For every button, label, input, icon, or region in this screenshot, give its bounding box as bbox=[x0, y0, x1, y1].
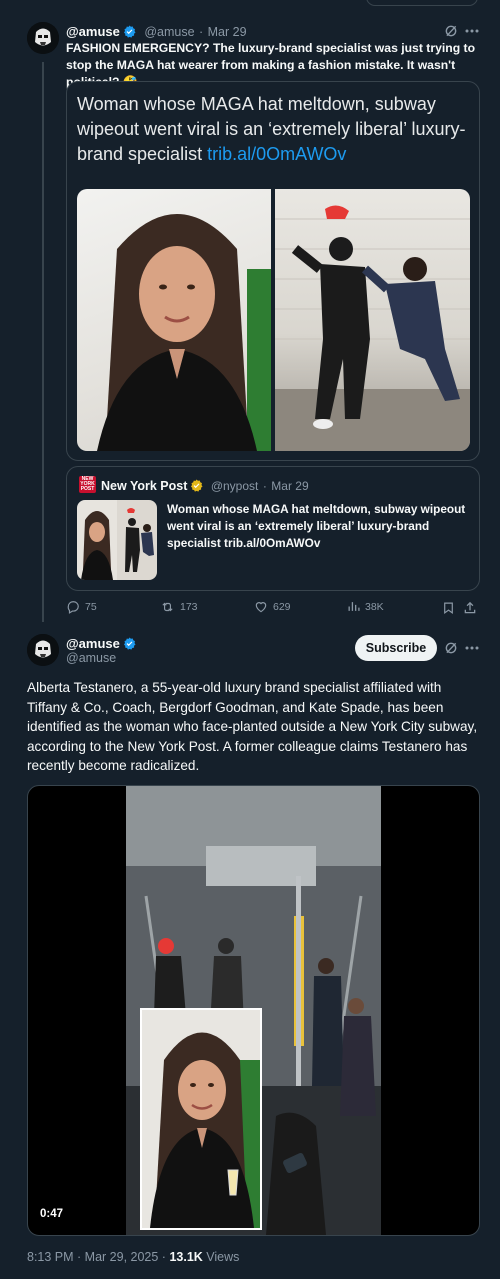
reply-count: 75 bbox=[85, 601, 97, 613]
quoted-tweet-header: New York Post @nypost · Mar 29 bbox=[101, 477, 309, 497]
tweet-date[interactable]: Mar 29 bbox=[208, 25, 247, 39]
repost-icon bbox=[162, 602, 173, 612]
handle[interactable]: @amuse bbox=[66, 651, 116, 665]
nypost-logo-text: NEW YORK POST bbox=[80, 476, 95, 492]
views-label: Views bbox=[202, 1250, 240, 1264]
avatar[interactable] bbox=[27, 22, 59, 54]
like-icon bbox=[255, 602, 267, 613]
nypost-logo: NEW YORK POST bbox=[79, 476, 96, 493]
repost-count: 173 bbox=[180, 601, 198, 613]
like-button[interactable]: 629 bbox=[254, 600, 291, 614]
quoted-thumbnail bbox=[77, 500, 157, 580]
card-photo-portrait bbox=[77, 189, 271, 451]
views-icon bbox=[348, 602, 360, 611]
views-button[interactable]: 38K bbox=[347, 600, 384, 613]
card-link[interactable]: trib.al/0OmAWOv bbox=[207, 144, 346, 164]
card-headline: Woman whose MAGA hat meltdown, subway wi… bbox=[77, 92, 469, 167]
views-count: 13.1K bbox=[169, 1250, 203, 1264]
subscribe-button[interactable]: Subscribe bbox=[355, 635, 437, 661]
stormtrooper-avatar-icon bbox=[27, 634, 59, 666]
tweet-timestamp[interactable]: 8:13 PM · Mar 29, 2025 · bbox=[27, 1250, 169, 1264]
handle[interactable]: @amuse bbox=[144, 25, 194, 39]
verified-badge-icon bbox=[123, 637, 136, 655]
views-count: 38K bbox=[365, 600, 384, 613]
quoted-tweet[interactable]: NEW YORK POST New York Post @nypost · Ma… bbox=[66, 466, 480, 591]
reply-button[interactable]: 75 bbox=[66, 600, 97, 614]
link-card[interactable]: Woman whose MAGA hat meltdown, subway wi… bbox=[66, 81, 480, 461]
video-frame bbox=[126, 786, 381, 1235]
quoted-tweet-text: Woman whose MAGA hat meltdown, subway wi… bbox=[167, 502, 466, 550]
more-icon[interactable] bbox=[462, 638, 482, 658]
repost-button[interactable]: 173 bbox=[160, 600, 198, 614]
quoted-handle: @nypost bbox=[210, 479, 259, 493]
reply-icon bbox=[67, 601, 79, 614]
video-inset-photo bbox=[140, 1008, 262, 1230]
video-duration: 0:47 bbox=[40, 1208, 64, 1220]
display-name[interactable]: @amuse bbox=[66, 636, 120, 651]
separator-dot: · bbox=[199, 25, 204, 39]
quoted-display-name: New York Post bbox=[101, 479, 188, 493]
bookmark-icon[interactable] bbox=[440, 600, 456, 616]
show-more-pill[interactable] bbox=[366, 0, 478, 6]
more-icon[interactable] bbox=[462, 22, 482, 40]
video-player[interactable]: 0:47 bbox=[27, 785, 480, 1236]
grok-icon[interactable] bbox=[441, 638, 461, 658]
quoted-separator-dot: · bbox=[262, 479, 267, 493]
tweet-meta: 8:13 PM · Mar 29, 2025 · 13.1K Views bbox=[27, 1250, 239, 1264]
tweet-actions: 75 173 629 38K bbox=[66, 600, 486, 618]
quoted-date: Mar 29 bbox=[271, 479, 309, 493]
gold-verified-badge-icon bbox=[190, 479, 203, 497]
tweet-text: Alberta Testanero, a 55-year-old luxury … bbox=[27, 680, 478, 773]
stormtrooper-avatar-icon bbox=[27, 22, 59, 54]
thread-line bbox=[42, 62, 44, 622]
like-count: 629 bbox=[273, 601, 291, 613]
card-photo-subway bbox=[275, 189, 470, 451]
share-icon[interactable] bbox=[462, 600, 478, 616]
display-name[interactable]: @amuse bbox=[66, 24, 120, 39]
grok-icon[interactable] bbox=[441, 22, 461, 40]
avatar[interactable] bbox=[27, 634, 59, 666]
